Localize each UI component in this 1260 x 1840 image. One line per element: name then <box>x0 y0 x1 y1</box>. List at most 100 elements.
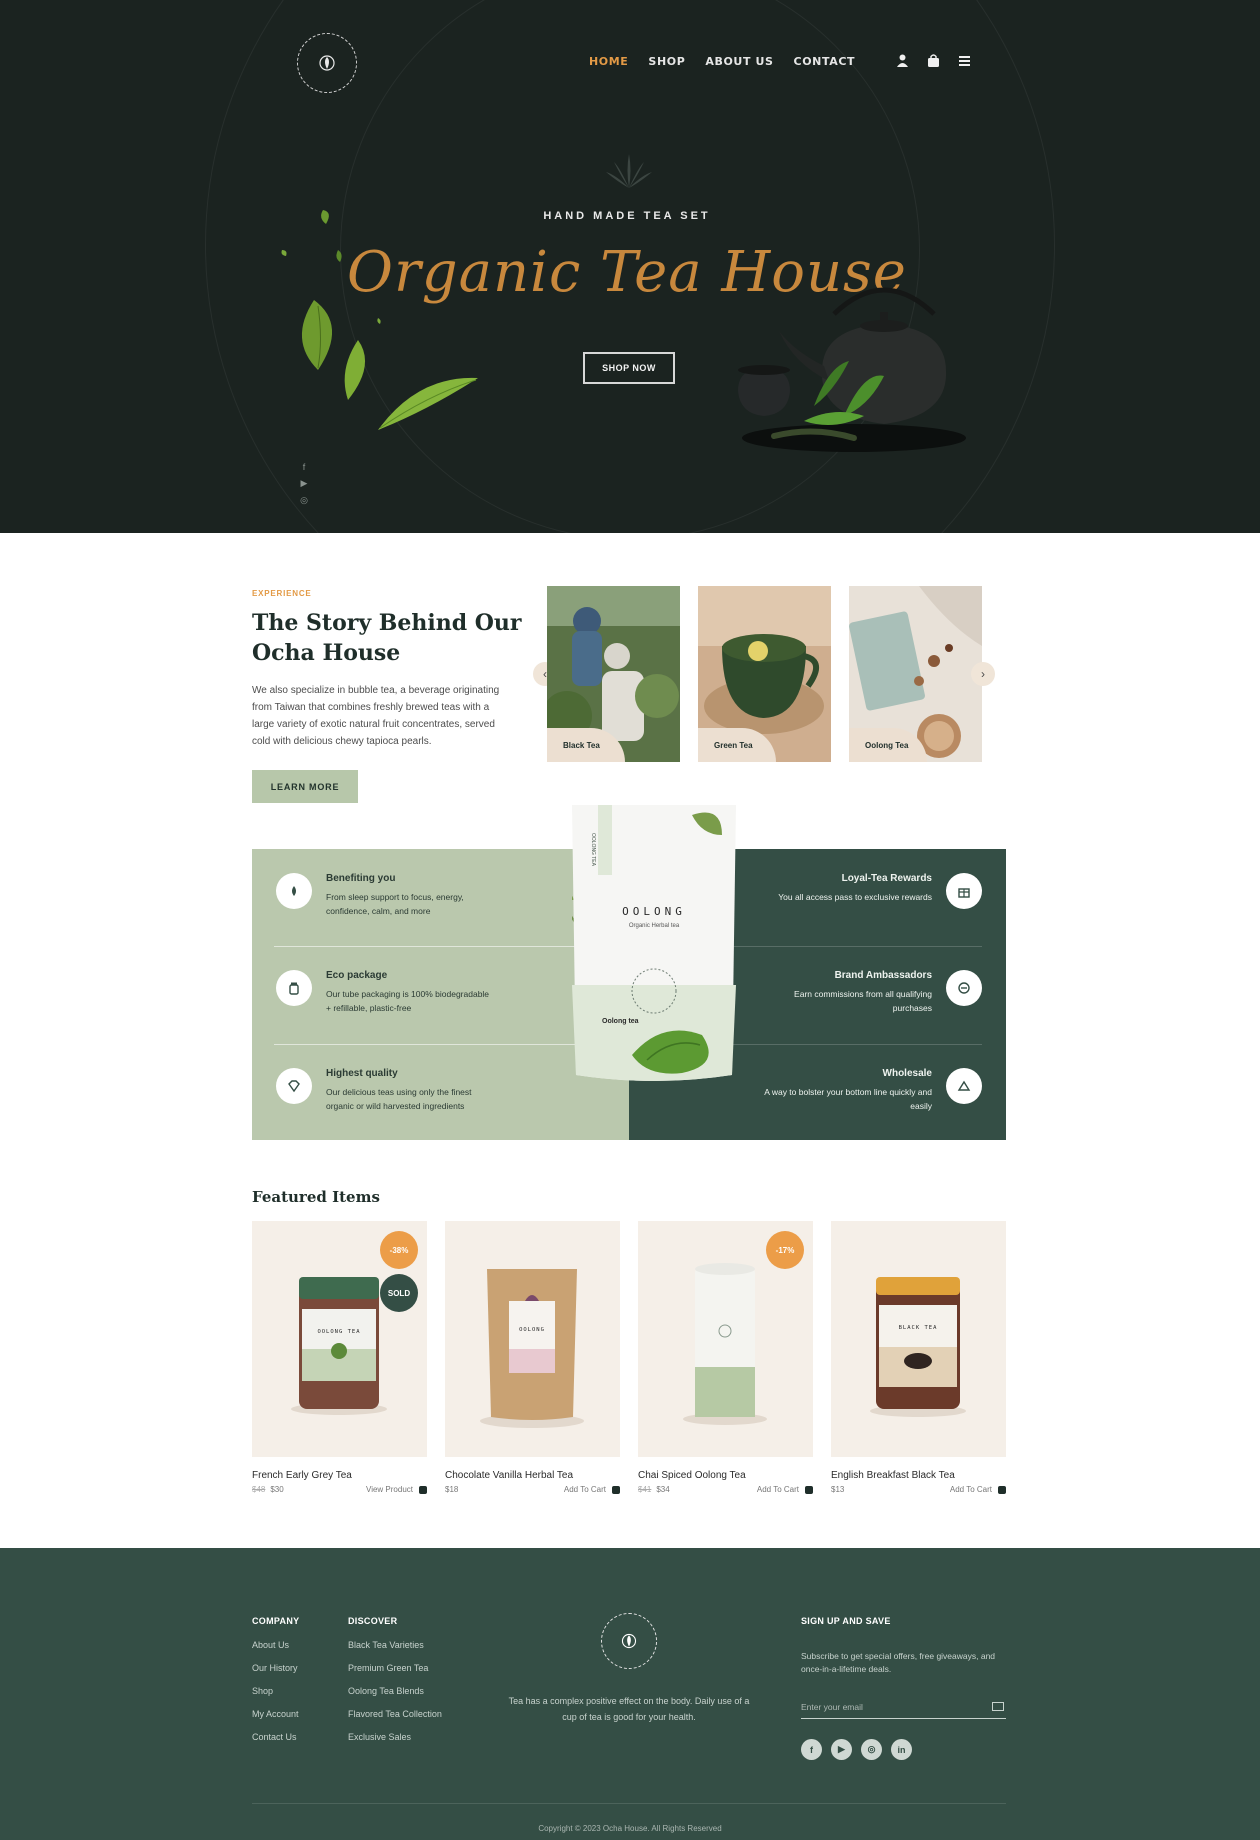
add-to-cart-button[interactable]: Add To Cart <box>757 1485 813 1494</box>
product-price: $18 <box>445 1485 459 1494</box>
product-image[interactable]: BLACK TEA <box>831 1221 1006 1457</box>
product-card[interactable]: -17% Chai Spiced Oolong Tea $41 $34 Add T… <box>638 1221 813 1494</box>
linkedin-icon[interactable]: in <box>891 1739 912 1760</box>
footer-link-premium-green-tea[interactable]: Premium Green Tea <box>348 1663 442 1673</box>
footer-link-oolong-tea-blends[interactable]: Oolong Tea Blends <box>348 1686 442 1696</box>
nav-contact[interactable]: CONTACT <box>794 55 856 68</box>
mail-send-icon[interactable] <box>992 1702 1004 1711</box>
product-image[interactable]: OOLONG TEA -38% SOLD <box>252 1221 427 1457</box>
carousel-next-button[interactable]: › <box>971 662 995 686</box>
youtube-icon[interactable]: ▶ <box>298 478 310 489</box>
email-field <box>801 1697 1006 1719</box>
tea-card-green-tea[interactable]: Green Tea <box>698 586 831 762</box>
product-name[interactable]: Chocolate Vanilla Herbal Tea <box>445 1470 620 1481</box>
product-name[interactable]: English Breakfast Black Tea <box>831 1470 1006 1481</box>
instagram-icon[interactable]: ◎ <box>861 1739 882 1760</box>
hero-social-links: f ▶ ◎ <box>298 462 310 506</box>
story-text: We also specialize in bubble tea, a beve… <box>252 685 500 747</box>
feature-text: A way to bolster your bottom line quickl… <box>764 1087 932 1111</box>
hero-subtitle: HAND MADE TEA SET <box>543 210 711 222</box>
view-product-button[interactable]: View Product <box>366 1485 427 1494</box>
tea-leaf-logo-icon <box>319 55 335 71</box>
bag-brand: OOLONG <box>622 905 686 918</box>
sold-badge: SOLD <box>380 1274 418 1312</box>
story-eyebrow: EXPERIENCE <box>252 589 312 598</box>
jar-label: OOLONG TEA <box>317 1329 361 1335</box>
learn-more-button[interactable]: LEARN MORE <box>252 770 358 803</box>
facebook-icon[interactable]: f <box>801 1739 822 1760</box>
discount-badge: -17% <box>766 1231 804 1269</box>
feature-title: Wholesale <box>882 1068 932 1079</box>
footer-link-black-tea-varieties[interactable]: Black Tea Varieties <box>348 1640 442 1650</box>
product-image[interactable]: -17% <box>638 1221 813 1457</box>
nav-shop[interactable]: SHOP <box>648 55 685 68</box>
facebook-icon[interactable]: f <box>298 462 310 472</box>
footer-divider <box>252 1803 1006 1804</box>
bag-icon <box>805 1485 813 1494</box>
jar-label: BLACK TEA <box>898 1325 938 1331</box>
footer-link-contact-us[interactable]: Contact Us <box>252 1732 299 1742</box>
signup-block: SIGN UP AND SAVE Subscribe to get specia… <box>801 1616 1001 1676</box>
email-input[interactable] <box>801 1697 981 1717</box>
footer-link-flavored-tea-collection[interactable]: Flavored Tea Collection <box>348 1709 442 1719</box>
footer-link-shop[interactable]: Shop <box>252 1686 299 1696</box>
product-action-label: Add To Cart <box>756 1485 799 1494</box>
feature-text: From sleep support to focus, energy, con… <box>326 892 464 916</box>
feature-text: Our tube packaging is 100% biodegradable… <box>326 989 490 1013</box>
signup-text: Subscribe to get special offers, free gi… <box>801 1651 996 1674</box>
tea-card-oolong-tea[interactable]: Oolong Tea <box>849 586 982 762</box>
signup-title: SIGN UP AND SAVE <box>801 1616 891 1626</box>
product-price: $30 <box>270 1485 284 1494</box>
cast-iron-teapot-image <box>738 287 966 452</box>
handshake-icon <box>946 970 982 1006</box>
product-old-price: $48 <box>252 1485 266 1494</box>
header-icons <box>895 53 972 68</box>
tea-plant-icon <box>606 154 652 188</box>
hero-section: HOME SHOP ABOUT US CONTACT HAND MADE TEA… <box>0 0 1260 533</box>
bag-label: Oolong tea <box>602 1018 639 1025</box>
shop-now-button[interactable]: SHOP NOW <box>583 352 675 384</box>
product-name[interactable]: French Early Grey Tea <box>252 1470 427 1481</box>
discount-badge: -38% <box>380 1231 418 1269</box>
shopping-bag-icon[interactable] <box>926 53 941 68</box>
footer-link-about-us[interactable]: About Us <box>252 1640 299 1650</box>
story-title: The Story Behind Our Ocha House <box>252 610 522 666</box>
footer-link-our-history[interactable]: Our History <box>252 1663 299 1673</box>
product-image[interactable]: OOLONG <box>445 1221 620 1457</box>
product-card[interactable]: BLACK TEA English Breakfast Black Tea $1… <box>831 1221 1006 1494</box>
black-tea-jar-image <box>870 1277 966 1417</box>
footer-link-my-account[interactable]: My Account <box>252 1709 299 1719</box>
product-name[interactable]: Chai Spiced Oolong Tea <box>638 1470 813 1481</box>
nav-about-us[interactable]: ABOUT US <box>705 55 773 68</box>
product-old-price: $41 <box>638 1485 652 1494</box>
product-card[interactable]: OOLONG Chocolate Vanilla Herbal Tea $18 … <box>445 1221 620 1494</box>
footer-logo[interactable] <box>601 1613 657 1669</box>
menu-icon[interactable] <box>957 53 972 68</box>
feature-title: Highest quality <box>326 1068 398 1079</box>
instagram-icon[interactable]: ◎ <box>298 495 310 506</box>
feature-title: Loyal-Tea Rewards <box>841 873 932 884</box>
footer-link-exclusive-sales[interactable]: Exclusive Sales <box>348 1732 442 1742</box>
user-icon[interactable] <box>895 53 910 68</box>
kraft-tea-pouch-image <box>480 1269 584 1428</box>
logo[interactable] <box>297 33 357 93</box>
feature-title: Eco package <box>326 970 388 981</box>
add-to-cart-button[interactable]: Add To Cart <box>564 1485 620 1494</box>
cart-icon <box>946 1068 982 1104</box>
jar-icon <box>276 970 312 1006</box>
nav-home[interactable]: HOME <box>589 55 628 68</box>
product-price: $13 <box>831 1485 845 1494</box>
footer: COMPANY About Us Our History Shop My Acc… <box>0 1548 1260 1840</box>
tea-leaf-logo-icon <box>621 1633 637 1649</box>
product-action-label: Add To Cart <box>563 1485 606 1494</box>
tea-card-black-tea[interactable]: Black Tea <box>547 586 680 762</box>
product-price: $34 <box>656 1485 670 1494</box>
divider <box>274 1044 604 1045</box>
feature-text: Earn commissions from all qualifying pur… <box>794 989 932 1013</box>
add-to-cart-button[interactable]: Add To Cart <box>950 1485 1006 1494</box>
product-card[interactable]: OOLONG TEA -38% SOLD French Early Grey T… <box>252 1221 427 1494</box>
feature-title: Benefiting you <box>326 873 396 884</box>
youtube-icon[interactable]: ▶ <box>831 1739 852 1760</box>
product-action-label: View Product <box>366 1485 413 1494</box>
floating-leaves-image <box>281 210 478 430</box>
